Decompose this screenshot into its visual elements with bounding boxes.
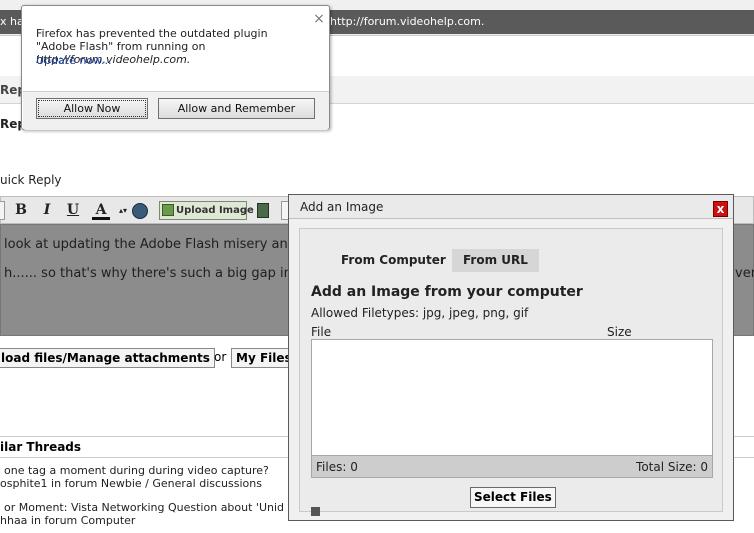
upload-image-label: Upload Image [176, 205, 254, 216]
font-color-button[interactable]: A [92, 201, 110, 220]
editor-text-line-right: ver [735, 266, 754, 281]
add-image-dialog: Add an Image x From Computer From URL Ad… [288, 194, 734, 521]
select-files-button[interactable]: Select Files [470, 487, 556, 508]
or-label: or [214, 350, 227, 364]
insert-video-icon[interactable] [257, 203, 269, 218]
image-icon [162, 204, 174, 216]
total-size: Total Size: 0 [636, 460, 708, 474]
allow-now-button[interactable]: Allow Now [36, 98, 148, 119]
upload-heading: Add an Image from your computer [311, 284, 583, 300]
upload-image-button[interactable]: Upload Image [159, 201, 254, 220]
close-icon[interactable]: × [313, 12, 325, 26]
quick-reply-heading: uick Reply [0, 173, 62, 187]
similar-threads-label: ilar Threads [0, 440, 82, 454]
dialog-panel: From Computer From URL Add an Image from… [299, 228, 723, 512]
italic-button[interactable]: I [38, 201, 56, 220]
dialog-title: Add an Image [300, 200, 384, 214]
manage-attachments-button[interactable]: load files/Manage attachments [0, 348, 215, 368]
update-now-link[interactable]: Update now... [36, 54, 112, 67]
tab-from-url[interactable]: From URL [452, 249, 539, 272]
file-list-footer: Files: 0 Total Size: 0 [311, 455, 713, 478]
plugin-message-text: Firefox has prevented the outdated plugi… [36, 27, 268, 53]
size-column-header: Size [607, 325, 632, 339]
tab-from-computer[interactable]: From Computer [330, 249, 457, 272]
font-color-dropdown-icon[interactable]: ▴▾ [114, 201, 132, 220]
bold-button[interactable]: B [12, 201, 30, 220]
thread-link[interactable]: one tag a moment during during video cap… [4, 464, 269, 477]
file-list[interactable] [311, 339, 713, 456]
file-column-header: File [311, 325, 332, 339]
plugin-blocked-popup: × Firefox has prevented the outdated plu… [21, 5, 330, 130]
files-count: Files: 0 [316, 460, 358, 474]
thread-link[interactable]: or Moment: Vista Networking Question abo… [4, 501, 284, 514]
allow-and-remember-button[interactable]: Allow and Remember [158, 98, 315, 119]
thread-meta: hhaa in forum Computer [0, 514, 136, 527]
allowed-filetypes: Allowed Filetypes: jpg, jpeg, png, gif [311, 306, 529, 320]
popup-button-bar: Allow Now Allow and Remember [23, 91, 329, 130]
insert-link-icon[interactable] [132, 203, 148, 219]
thread-meta: osphite1 in forum Newbie / General discu… [0, 477, 262, 490]
resize-handle[interactable] [311, 507, 320, 516]
notification-text-url: http://forum.videohelp.com. [330, 15, 485, 28]
underline-button[interactable]: U [64, 201, 82, 220]
editor-text-line: look at updating the Adobe Flash misery … [4, 237, 297, 252]
editor-text-line: h...... so that's why there's such a big… [4, 266, 302, 281]
close-icon[interactable]: x [713, 201, 728, 217]
dialog-titlebar[interactable]: Add an Image x [289, 195, 733, 219]
toolbar-separator [0, 201, 5, 220]
